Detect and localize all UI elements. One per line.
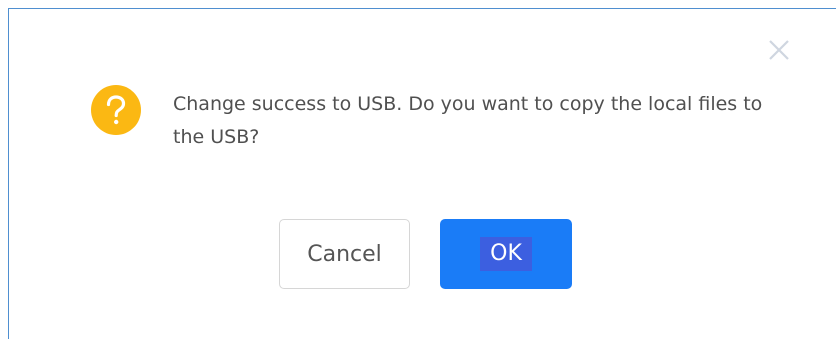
cancel-button[interactable]: Cancel [279,219,410,289]
question-icon [91,85,141,135]
confirm-dialog: Change success to USB. Do you want to co… [8,8,836,339]
ok-button-label: OK [480,237,532,271]
close-button[interactable] [767,38,791,62]
close-icon [769,40,789,60]
cancel-button-label: Cancel [307,241,382,267]
ok-button[interactable]: OK [440,219,572,289]
dialog-message: Change success to USB. Do you want to co… [173,93,763,148]
